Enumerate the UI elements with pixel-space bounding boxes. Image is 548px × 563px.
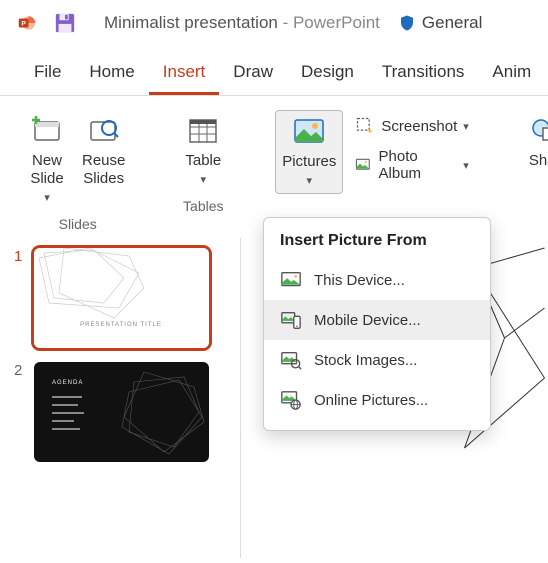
chevron-down-icon: ▾ (44, 192, 50, 204)
thumbnail-number: 2 (14, 362, 26, 462)
svg-text:AGENDA: AGENDA (52, 380, 83, 386)
shapes-label: Shap (529, 152, 548, 170)
pictures-label: Pictures▾ (282, 153, 336, 189)
new-slide-icon (30, 114, 64, 148)
reuse-slides-icon (87, 114, 121, 148)
photo-album-button[interactable]: Photo Album ▾ (349, 144, 474, 186)
app-name-text: PowerPoint (293, 13, 380, 32)
table-button[interactable]: Table▾ (179, 110, 227, 192)
photo-album-icon (355, 155, 372, 175)
new-slide-label: New Slide ▾ (30, 152, 64, 206)
ribbon-tabs: File Home Insert Draw Design Transitions… (0, 46, 548, 96)
tab-draw[interactable]: Draw (219, 54, 287, 95)
screenshot-icon (355, 116, 375, 136)
slides-group-label: Slides (59, 216, 97, 232)
tab-home[interactable]: Home (75, 54, 148, 95)
ribbon-group-illustrations: Shap (513, 106, 548, 238)
tab-animations[interactable]: Anim (478, 54, 545, 95)
dropdown-item-label: Online Pictures... (314, 392, 428, 409)
table-icon (186, 114, 220, 148)
ribbon-group-tables: Table▾ Tables (169, 106, 237, 238)
thumbnail-pane: 1 PRESENTATION TITLE 2 AGENDA (0, 238, 240, 558)
chevron-down-icon: ▾ (463, 120, 469, 133)
powerpoint-app-icon: P (18, 14, 36, 32)
slide-thumbnail-2[interactable]: AGENDA (34, 362, 209, 462)
dropdown-item-stock-images[interactable]: Stock Images... (264, 340, 490, 380)
sensitivity-label[interactable]: General (398, 13, 482, 33)
mobile-icon (280, 309, 302, 331)
slide-thumbnail-1[interactable]: PRESENTATION TITLE (34, 248, 209, 348)
reuse-slides-button[interactable]: Reuse Slides (76, 110, 131, 192)
thumbnail-row: 1 PRESENTATION TITLE (14, 248, 226, 348)
dropdown-item-label: Stock Images... (314, 352, 417, 369)
insert-picture-dropdown: Insert Picture From This Device... Mobil… (263, 217, 491, 431)
dropdown-item-online-pictures[interactable]: Online Pictures... (264, 380, 490, 420)
pictures-icon (292, 115, 326, 149)
screenshot-label: Screenshot (381, 118, 457, 135)
device-icon (280, 269, 302, 291)
title-bar: P Minimalist presentation - PowerPoint G… (0, 0, 548, 46)
sensitivity-text: General (422, 13, 482, 33)
dropdown-header: Insert Picture From (264, 228, 490, 260)
shield-icon (398, 14, 416, 32)
new-slide-button[interactable]: New Slide ▾ (24, 110, 70, 210)
photo-album-label: Photo Album (379, 148, 452, 182)
thumbnail-number: 1 (14, 248, 26, 348)
shapes-icon (529, 114, 548, 148)
doc-title-text: Minimalist presentation (104, 13, 278, 32)
screenshot-button[interactable]: Screenshot ▾ (349, 112, 474, 140)
table-label: Table▾ (185, 152, 221, 188)
chevron-down-icon: ▾ (307, 175, 313, 187)
chevron-down-icon: ▾ (201, 174, 207, 186)
tab-design[interactable]: Design (287, 54, 368, 95)
tab-file[interactable]: File (20, 54, 75, 95)
tab-insert[interactable]: Insert (149, 54, 220, 95)
stock-images-icon (280, 349, 302, 371)
thumbnail-row: 2 AGENDA (14, 362, 226, 462)
save-icon[interactable] (54, 12, 76, 34)
pictures-button[interactable]: Pictures▾ (275, 110, 343, 194)
dropdown-item-label: Mobile Device... (314, 312, 421, 329)
tables-group-label: Tables (183, 198, 223, 214)
document-title: Minimalist presentation - PowerPoint (104, 13, 380, 33)
dropdown-item-this-device[interactable]: This Device... (264, 260, 490, 300)
tab-transitions[interactable]: Transitions (368, 54, 479, 95)
dropdown-item-label: This Device... (314, 272, 405, 289)
online-pictures-icon (280, 389, 302, 411)
reuse-slides-label: Reuse Slides (82, 152, 125, 188)
chevron-down-icon: ▾ (463, 159, 469, 172)
ribbon-group-slides: New Slide ▾ Reuse Slides Slides (14, 106, 141, 238)
dropdown-item-mobile-device[interactable]: Mobile Device... (264, 300, 490, 340)
shapes-button[interactable]: Shap (523, 110, 548, 174)
svg-text:P: P (21, 20, 26, 27)
title-separator: - (278, 13, 293, 32)
thumb-title-1: PRESENTATION TITLE (80, 322, 162, 328)
